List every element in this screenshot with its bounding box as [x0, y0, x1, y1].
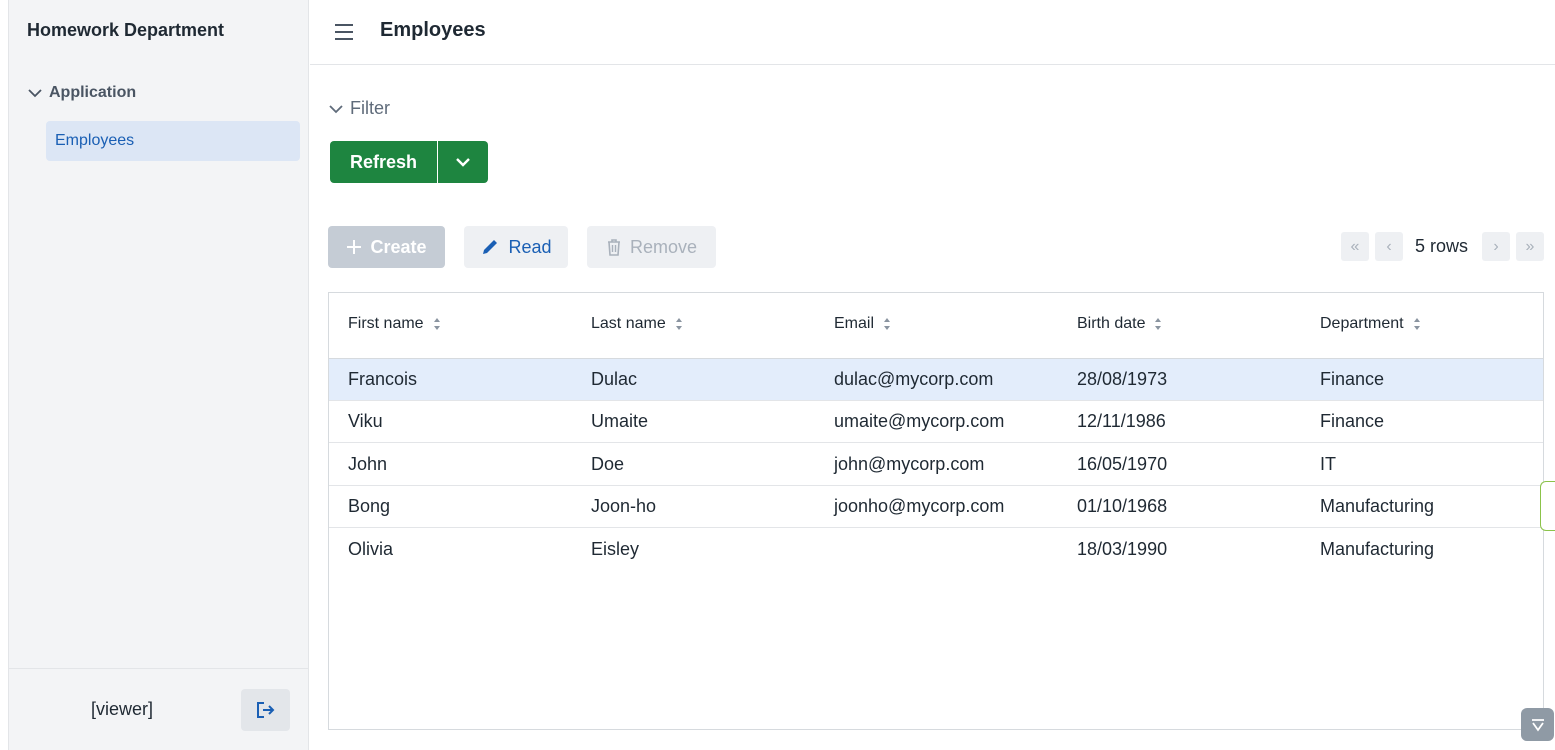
- cell-last-name: Umaite: [591, 411, 649, 431]
- create-button[interactable]: Create: [328, 226, 445, 268]
- column-label: Birth date: [1077, 315, 1146, 332]
- nav-group-label: Application: [49, 84, 137, 101]
- pencil-icon: [483, 240, 498, 254]
- column-header-last-name[interactable]: Last name: [591, 315, 683, 333]
- sort-icon: [675, 318, 682, 330]
- chevron-left-icon: ‹: [1386, 237, 1392, 255]
- sidebar-item-label: Employees: [55, 132, 135, 149]
- column-header-department[interactable]: Department: [1320, 315, 1421, 333]
- cell-last-name: Eisley: [591, 539, 640, 559]
- cell-email: joonho@mycorp.com: [834, 496, 1005, 516]
- sidebar-footer: [viewer]: [9, 668, 309, 750]
- sidebar: Homework Department Application Employee…: [8, 0, 309, 750]
- cell-department: Manufacturing: [1320, 539, 1435, 559]
- refresh-split-button: Refresh: [330, 141, 488, 183]
- table-row[interactable]: Bong Joon-ho joonho@mycorp.com 01/10/196…: [329, 486, 1543, 528]
- cell-department: Manufacturing: [1320, 496, 1435, 516]
- column-label: Email: [834, 315, 875, 332]
- cell-department: IT: [1320, 454, 1336, 474]
- remove-button[interactable]: Remove: [587, 226, 716, 268]
- filter-label: Filter: [350, 98, 390, 118]
- trash-icon: [607, 239, 620, 256]
- page-title: Employees: [380, 19, 486, 41]
- chevron-right-icon: ›: [1493, 237, 1499, 255]
- table-row[interactable]: John Doe john@mycorp.com 16/05/1970 IT: [329, 444, 1543, 486]
- user-role-label: [viewer]: [91, 699, 154, 719]
- cell-last-name: Joon-ho: [591, 496, 657, 516]
- cell-first-name: Olivia: [348, 539, 394, 559]
- column-header-birth-date[interactable]: Birth date: [1077, 315, 1162, 333]
- sort-icon: [433, 318, 440, 330]
- column-label: First name: [348, 315, 424, 332]
- logout-icon: [256, 702, 274, 718]
- chevron-down-icon: [28, 89, 42, 98]
- app-title: Homework Department: [27, 20, 225, 40]
- filter-toggle[interactable]: Filter: [328, 98, 390, 119]
- next-page-button[interactable]: ›: [1482, 232, 1510, 261]
- create-label: Create: [370, 236, 427, 257]
- sort-icon: [1413, 318, 1420, 330]
- cell-last-name: Doe: [591, 454, 625, 474]
- nav-group-application[interactable]: Application: [27, 84, 136, 102]
- cell-first-name: Francois: [348, 369, 418, 389]
- cell-first-name: Viku: [348, 411, 383, 431]
- chevron-down-icon: [329, 104, 343, 113]
- refresh-button[interactable]: Refresh: [330, 141, 437, 183]
- table-row[interactable]: Olivia Eisley 18/03/1990 Manufacturing: [329, 529, 1543, 571]
- double-chevron-right-icon: »: [1525, 237, 1535, 255]
- cell-birth-date: 18/03/1990: [1077, 539, 1168, 559]
- cell-first-name: Bong: [348, 496, 391, 516]
- cell-birth-date: 12/11/1986: [1077, 411, 1166, 431]
- last-page-button[interactable]: »: [1516, 232, 1544, 261]
- sort-icon: [884, 318, 891, 330]
- cell-birth-date: 28/08/1973: [1077, 369, 1168, 389]
- cell-department: Finance: [1320, 411, 1385, 431]
- refresh-dropdown-button[interactable]: [438, 141, 488, 183]
- cell-email: dulac@mycorp.com: [834, 369, 994, 389]
- cell-birth-date: 01/10/1968: [1077, 496, 1168, 516]
- plus-icon: [347, 240, 362, 254]
- read-button[interactable]: Read: [464, 226, 568, 268]
- sort-icon: [1155, 318, 1162, 330]
- cell-email: john@mycorp.com: [834, 454, 985, 474]
- cell-birth-date: 16/05/1970: [1077, 454, 1168, 474]
- table-row[interactable]: Francois Dulac dulac@mycorp.com 28/08/19…: [329, 359, 1543, 401]
- column-label: Department: [1320, 315, 1404, 332]
- page-header: Employees: [310, 0, 1555, 65]
- table-row[interactable]: Viku Umaite umaite@mycorp.com 12/11/1986…: [329, 401, 1543, 443]
- table-header: First name Last name Email Birth date De…: [329, 293, 1543, 359]
- cell-first-name: John: [348, 454, 388, 474]
- column-header-email[interactable]: Email: [834, 315, 891, 333]
- read-label: Read: [508, 236, 552, 257]
- column-header-first-name[interactable]: First name: [348, 315, 441, 333]
- employees-table: First name Last name Email Birth date De…: [328, 292, 1544, 730]
- prev-page-button[interactable]: ‹: [1375, 232, 1403, 261]
- column-label: Last name: [591, 315, 666, 332]
- remove-label: Remove: [629, 236, 698, 257]
- first-page-button[interactable]: «: [1341, 232, 1369, 261]
- logout-button[interactable]: [241, 689, 290, 731]
- menu-icon[interactable]: [332, 20, 356, 44]
- chevron-down-icon: [456, 158, 470, 167]
- double-chevron-left-icon: «: [1350, 237, 1360, 255]
- chevron-down-icon: [1531, 718, 1544, 732]
- cell-email: umaite@mycorp.com: [834, 411, 1005, 431]
- widget-toggle-button[interactable]: [1521, 708, 1554, 741]
- cell-department: Finance: [1320, 369, 1385, 389]
- sidebar-item-employees[interactable]: Employees: [46, 121, 300, 161]
- extension-side-tab[interactable]: [1540, 481, 1555, 531]
- rows-count: 5 rows: [1415, 236, 1469, 256]
- cell-last-name: Dulac: [591, 369, 638, 389]
